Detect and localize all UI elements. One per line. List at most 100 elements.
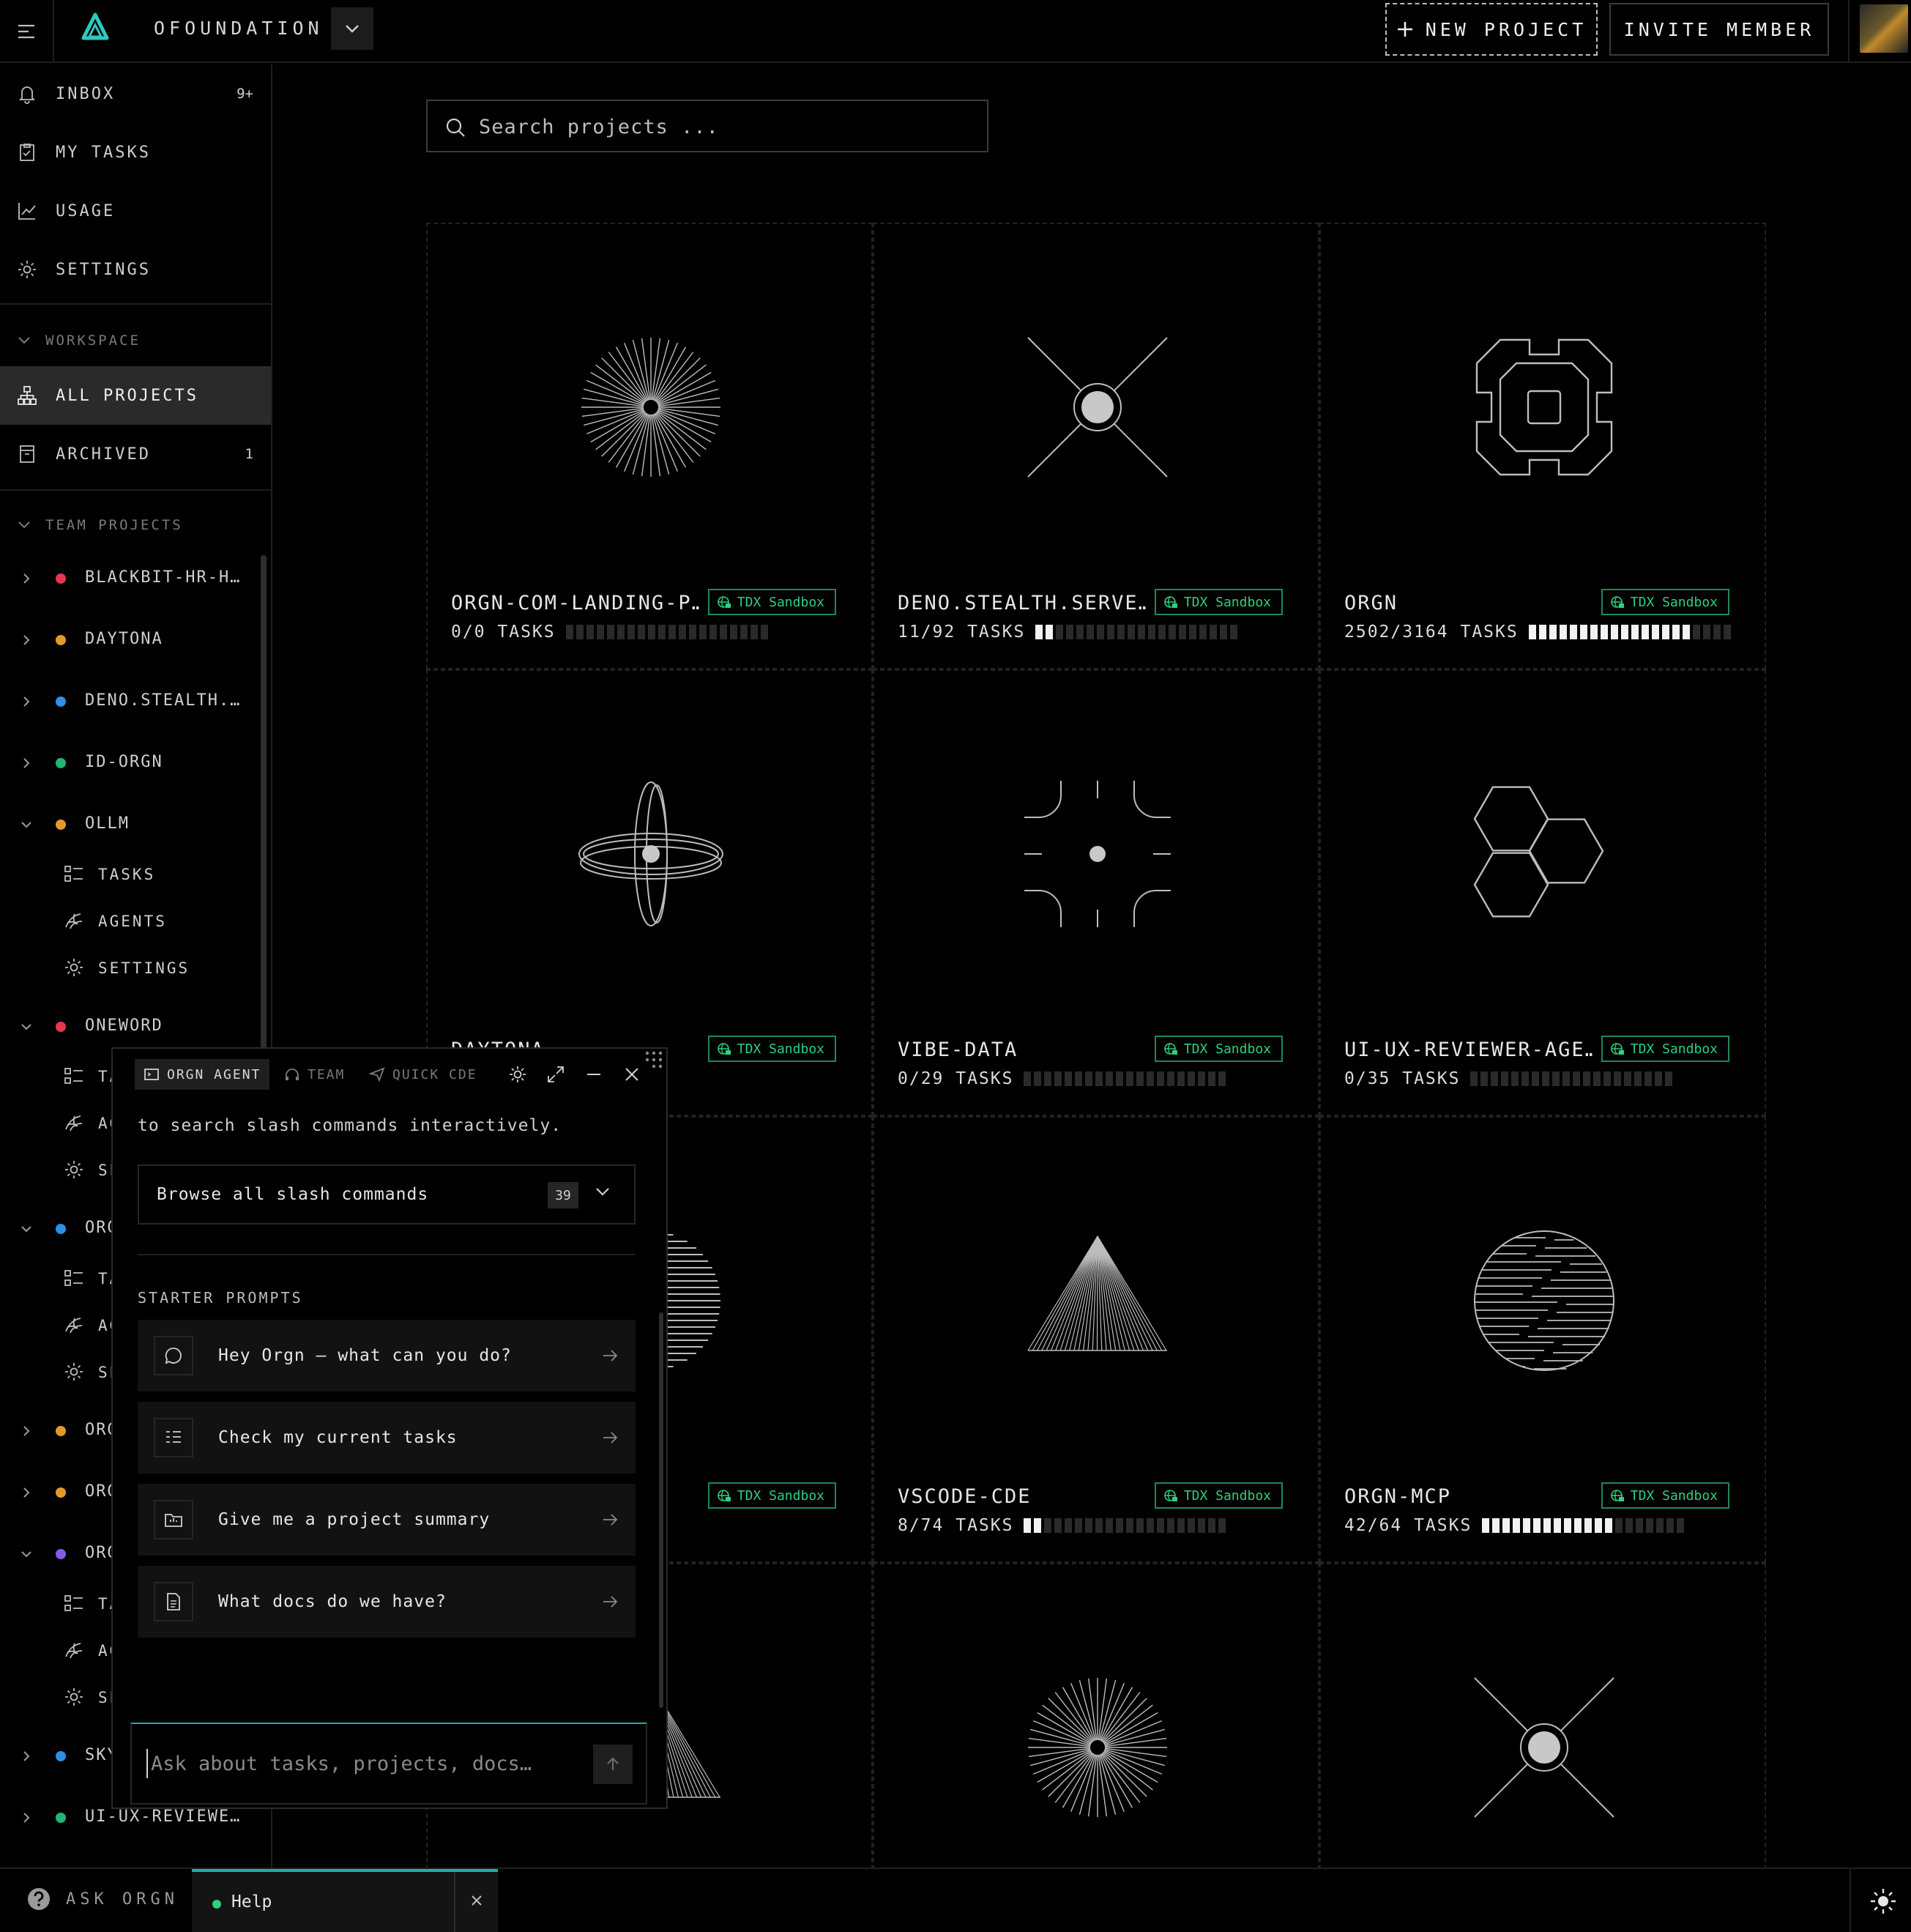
chevron-right-icon [23, 1813, 30, 1823]
sandbox-badge-label: TDX Sandbox [1183, 1041, 1271, 1057]
progress-bar [565, 625, 768, 639]
org-switcher-button[interactable] [331, 7, 373, 50]
gear-icon [65, 959, 83, 976]
arrow-right-icon [603, 1596, 618, 1608]
tab-quick-cde[interactable]: QUICK CDE [360, 1059, 486, 1090]
project-card[interactable]: ORGN TDX Sandbox 2502/3164 TASKS [1319, 223, 1766, 669]
new-project-button[interactable]: NEW PROJECT [1385, 3, 1598, 56]
project-card[interactable]: VIBE-DATA TDX Sandbox 0/29 TASKS [873, 669, 1319, 1116]
search-input[interactable] [479, 111, 962, 142]
org-name[interactable]: OFOUNDATION [154, 18, 324, 39]
task-count-text: 11/92 TASKS [898, 623, 1026, 642]
bell-icon [18, 86, 36, 104]
starter-prompt-button[interactable]: Check my current tasks [138, 1402, 636, 1474]
project-card[interactable]: ORGN-MCP TDX Sandbox 42/64 TASKS [1319, 1116, 1766, 1563]
task-count-text: 2502/3164 TASKS [1344, 623, 1519, 642]
project-card-title: DENO.STEALTH.SERVE… [898, 592, 1147, 614]
starter-prompt-button[interactable]: Hey Orgn — what can you do? [138, 1320, 636, 1392]
divider [1849, 1869, 1851, 1932]
agent-input-box[interactable] [130, 1723, 647, 1805]
sidebar-project-item[interactable]: DAYTONA [0, 609, 271, 671]
sidebar-project-item[interactable]: ID-ORGN [0, 732, 271, 794]
divider [454, 1872, 455, 1932]
team-projects-section-toggle[interactable]: TEAM PROJECTS [18, 517, 183, 533]
project-task-count: 11/92 TASKS [898, 623, 1238, 642]
chevron-right-icon [23, 1487, 30, 1498]
sidebar-item-label: SETTINGS [56, 260, 151, 279]
team-projects-section-label: TEAM PROJECTS [45, 517, 183, 533]
divider [138, 1254, 636, 1255]
minimize-icon[interactable] [583, 1063, 605, 1085]
sunburst-icon [581, 338, 720, 477]
agent-chat-input[interactable] [146, 1749, 571, 1778]
sandbox-badge-label: TDX Sandbox [1630, 594, 1718, 610]
expand-icon[interactable] [545, 1063, 567, 1085]
project-card[interactable]: DENO.STEALTH.SERVE… TDX Sandbox 11/92 TASK… [873, 223, 1319, 669]
gear-icon[interactable] [507, 1063, 529, 1085]
project-card[interactable]: UI-UX-REVIEWER-AGE… TDX Sandbox 0/35 TASKS [1319, 669, 1766, 1116]
help-tab-label: Help [231, 1892, 272, 1911]
sidebar-subitem-label: TASKS [98, 866, 156, 883]
chevron-down-icon [18, 521, 30, 529]
ask-orgn-label: ASK ORGN [66, 1890, 179, 1909]
sidebar-item-label: ARCHIVED [56, 445, 151, 464]
user-avatar[interactable] [1860, 4, 1908, 53]
chevron-down-icon [21, 1024, 31, 1030]
sidebar-project-item[interactable]: OLLM [0, 794, 271, 855]
send-message-button[interactable] [593, 1745, 633, 1784]
starter-prompt-button[interactable]: Give me a project summary [138, 1484, 636, 1556]
starter-prompt-button[interactable]: What docs do we have? [138, 1566, 636, 1638]
agent-panel-scrollbar[interactable] [659, 1312, 663, 1708]
drag-handle-icon[interactable] [643, 1049, 665, 1071]
sidebar-item-my-tasks[interactable]: MY TASKS [0, 123, 271, 182]
close-icon[interactable] [621, 1063, 643, 1085]
menu-toggle-button[interactable] [0, 0, 54, 63]
sidebar-item-all-projects[interactable]: ALL PROJECTS [0, 366, 271, 425]
sidebar-item-settings[interactable]: SETTINGS [0, 240, 271, 299]
globe-lock-icon [717, 596, 731, 608]
sidebar-item-usage[interactable]: USAGE [0, 182, 271, 240]
chevron-down-icon [18, 337, 30, 344]
close-icon[interactable] [469, 1892, 485, 1909]
chevron-down-icon [21, 1226, 31, 1233]
plus-icon [1397, 22, 1412, 37]
sidebar-subitem-settings[interactable]: SETTINGS [0, 945, 271, 992]
invite-member-button[interactable]: INVITE MEMBER [1609, 3, 1829, 56]
top-bar: OFOUNDATION NEW PROJECT INVITE MEMBER [0, 0, 1911, 63]
sidebar-subitem-agents[interactable]: AGENTS [0, 898, 271, 945]
sandbox-badge: TDX Sandbox [1601, 1482, 1729, 1509]
task-count-text: 0/29 TASKS [898, 1069, 1014, 1088]
sidebar-project-item[interactable]: DENO.STEALTH.… [0, 671, 271, 732]
chat-bubble-icon [165, 1348, 182, 1364]
project-color-dot [56, 820, 66, 830]
tab-team[interactable]: TEAM [275, 1059, 354, 1090]
sidebar-item-archived[interactable]: ARCHIVED 1 [0, 425, 271, 483]
tab-help[interactable]: Help [192, 1869, 498, 1932]
chevron-right-icon [23, 1426, 30, 1436]
project-search-bar[interactable] [426, 100, 988, 152]
project-card[interactable]: VSCODE-CDE TDX Sandbox 8/74 TASKS [873, 1116, 1319, 1563]
chevron-right-icon [23, 696, 30, 707]
sun-icon[interactable] [1869, 1887, 1898, 1916]
globe-lock-icon [1610, 1043, 1624, 1055]
sidebar-item-inbox[interactable]: INBOX 9+ [0, 64, 271, 123]
workspace-section-toggle[interactable]: WORKSPACE [18, 332, 141, 349]
sidebar-subitem-label: AGENTS [98, 913, 167, 930]
browse-slash-commands-button[interactable]: Browse all slash commands 39 [138, 1164, 636, 1225]
sidebar-project-label: DAYTONA [85, 630, 163, 648]
sandbox-badge: TDX Sandbox [1154, 1482, 1283, 1509]
tab-orgn-agent[interactable]: ORGN AGENT [135, 1059, 270, 1090]
sidebar-subitem-tasks[interactable]: TASKS [0, 851, 271, 898]
workspace-section-label: WORKSPACE [45, 332, 141, 349]
project-card[interactable]: ORGN-COM-LANDING-P… TDX Sandbox 0/0 TASKS [426, 223, 873, 669]
progress-bar [1482, 1518, 1685, 1533]
orgn-logo-icon[interactable] [79, 12, 111, 44]
agent-panel: ORGN AGENT TEAM QUICK CDE to search slas… [111, 1047, 668, 1809]
task-list-icon [64, 1068, 83, 1084]
sidebar-project-item[interactable]: BLACKBIT-HR-H… [0, 548, 271, 609]
ask-orgn-button[interactable]: ASK ORGN [25, 1885, 179, 1913]
prompt-icon-box [154, 1336, 193, 1375]
globe-lock-icon [717, 1490, 731, 1501]
sidebar-project-label: OLLM [85, 814, 130, 833]
project-color-dot [56, 573, 66, 584]
